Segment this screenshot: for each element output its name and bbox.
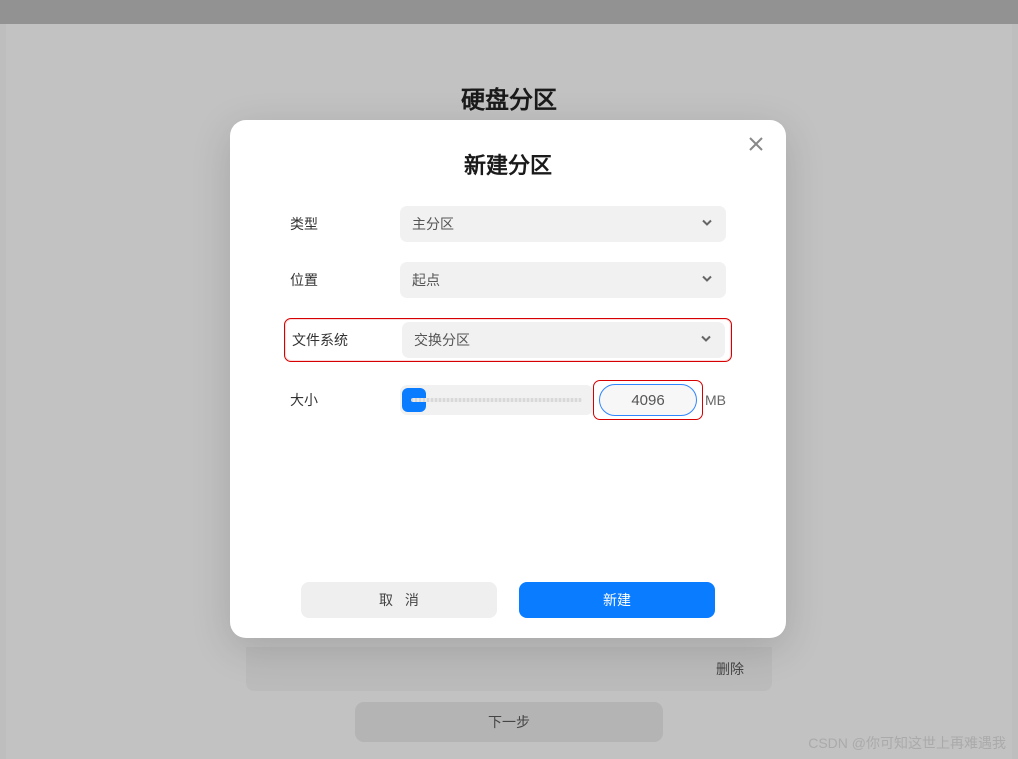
size-slider[interactable] [400, 385, 593, 415]
position-label: 位置 [290, 270, 400, 290]
chevron-down-icon [700, 216, 714, 233]
close-icon [747, 140, 765, 157]
type-select[interactable]: 主分区 [400, 206, 726, 242]
dialog-title: 新建分区 [230, 148, 786, 180]
chevron-down-icon [700, 272, 714, 289]
create-button[interactable]: 新建 [519, 582, 715, 618]
position-row: 位置 起点 [290, 262, 726, 298]
filesystem-select-value: 交换分区 [414, 330, 470, 350]
size-input[interactable] [599, 384, 697, 416]
position-select-wrap: 起点 [400, 262, 726, 298]
watermark-text: CSDN @你可知这世上再难遇我 [808, 733, 1006, 753]
slider-groove [411, 398, 582, 402]
type-label: 类型 [290, 214, 400, 234]
size-unit: MB [705, 392, 726, 408]
dialog-footer: 取 消 新建 [230, 582, 786, 618]
close-button[interactable] [746, 135, 766, 155]
cancel-button-label: 取 消 [375, 590, 423, 610]
filesystem-select[interactable]: 交换分区 [402, 322, 725, 358]
size-input-wrap [599, 384, 697, 416]
size-row: 大小 MB [290, 382, 726, 418]
create-partition-dialog: 新建分区 类型 主分区 位置 起点 [230, 120, 786, 638]
position-select[interactable]: 起点 [400, 262, 726, 298]
size-controls: MB [400, 384, 726, 416]
create-button-label: 新建 [603, 590, 631, 610]
type-row: 类型 主分区 [290, 206, 726, 242]
dialog-header: 新建分区 [230, 120, 786, 180]
dialog-form: 类型 主分区 位置 起点 [230, 180, 786, 418]
position-select-value: 起点 [412, 270, 440, 290]
cancel-button[interactable]: 取 消 [301, 582, 497, 618]
filesystem-select-wrap: 交换分区 [402, 322, 725, 358]
chevron-down-icon [699, 332, 713, 349]
type-select-wrap: 主分区 [400, 206, 726, 242]
size-label: 大小 [290, 390, 400, 410]
filesystem-label: 文件系统 [290, 330, 402, 350]
type-select-value: 主分区 [412, 214, 454, 234]
filesystem-row: 文件系统 交换分区 [284, 318, 732, 362]
